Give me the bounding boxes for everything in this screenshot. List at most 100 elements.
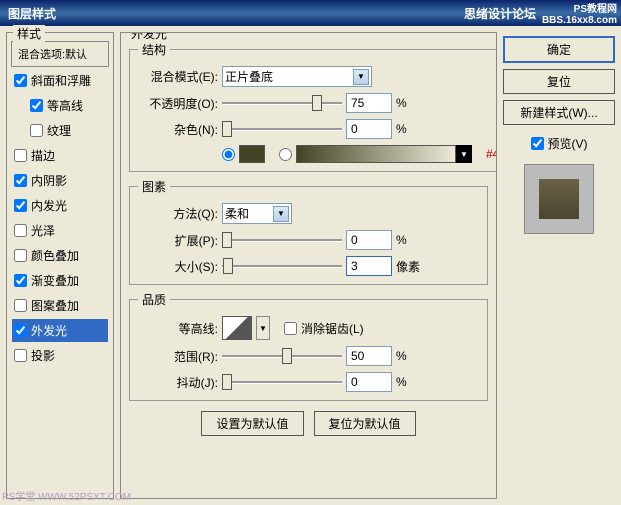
style-checkbox-satin[interactable] <box>14 224 27 237</box>
antialias-label: 消除锯齿(L) <box>301 320 364 337</box>
range-slider[interactable] <box>222 347 342 365</box>
style-label: 纹理 <box>47 122 71 139</box>
outer-glow-legend: 外发光 <box>127 32 171 42</box>
style-checkbox-bevel-emboss[interactable] <box>14 74 27 87</box>
style-item-inner-glow[interactable]: 内发光 <box>11 193 109 218</box>
set-default-button[interactable]: 设置为默认值 <box>201 411 303 436</box>
style-checkbox-pattern-overlay[interactable] <box>14 299 27 312</box>
outer-glow-panel: 外发光 结构 混合模式(E): 正片叠底 ▼ 不透明度(O): 75 % 杂色(… <box>120 32 497 499</box>
style-label: 内发光 <box>31 197 67 214</box>
style-checkbox-inner-glow[interactable] <box>14 199 27 212</box>
style-checkbox-outer-glow[interactable] <box>14 324 27 337</box>
styles-panel: 样式 混合选项:默认 斜面和浮雕等高线纹理描边内阴影内发光光泽颜色叠加渐变叠加图… <box>6 32 114 499</box>
reset-default-button[interactable]: 复位为默认值 <box>314 411 416 436</box>
style-label: 斜面和浮雕 <box>31 72 91 89</box>
range-label: 范围(R): <box>138 348 218 365</box>
technique-value: 柔和 <box>225 205 249 222</box>
style-item-satin[interactable]: 光泽 <box>11 218 109 243</box>
opacity-slider[interactable] <box>222 94 342 112</box>
style-label: 光泽 <box>31 222 55 239</box>
contour-picker[interactable] <box>222 316 252 340</box>
style-checkbox-inner-shadow[interactable] <box>14 174 27 187</box>
spread-slider[interactable] <box>222 231 342 249</box>
watermark-forum: 思绪设计论坛 <box>464 5 536 22</box>
style-item-pattern-overlay[interactable]: 图案叠加 <box>11 293 109 318</box>
watermark-footer: PS学堂 WWW.52PSXT.COM <box>2 488 131 503</box>
style-item-stroke[interactable]: 描边 <box>11 143 109 168</box>
style-item-gradient-overlay[interactable]: 渐变叠加 <box>11 268 109 293</box>
jitter-label: 抖动(J): <box>138 374 218 391</box>
preview-swatch <box>539 179 579 219</box>
dialog-body: 样式 混合选项:默认 斜面和浮雕等高线纹理描边内阴影内发光光泽颜色叠加渐变叠加图… <box>0 26 621 505</box>
style-label: 外发光 <box>31 322 67 339</box>
style-checkbox-texture[interactable] <box>30 124 43 137</box>
ok-button[interactable]: 确定 <box>503 36 615 63</box>
elements-group: 图素 方法(Q): 柔和 ▼ 扩展(P): 0 % 大小(S): 3 像素 <box>129 178 488 285</box>
style-label: 内阴影 <box>31 172 67 189</box>
antialias-checkbox[interactable] <box>284 322 297 335</box>
style-checkbox-gradient-overlay[interactable] <box>14 274 27 287</box>
quality-legend: 品质 <box>138 291 170 308</box>
style-label: 描边 <box>31 147 55 164</box>
blend-mode-value: 正片叠底 <box>225 68 273 85</box>
title-bar: 图层样式 思绪设计论坛 PS教程网 BBS.16xx8.com <box>0 0 621 26</box>
styles-legend: 样式 <box>13 25 45 42</box>
style-item-color-overlay[interactable]: 颜色叠加 <box>11 243 109 268</box>
noise-label: 杂色(N): <box>138 121 218 138</box>
range-input[interactable]: 50 <box>346 346 392 366</box>
style-item-drop-shadow[interactable]: 投影 <box>11 343 109 368</box>
glow-gradient-select[interactable]: ▼ <box>296 145 472 163</box>
dialog-title: 图层样式 <box>8 5 56 22</box>
style-item-outer-glow[interactable]: 外发光 <box>11 318 109 343</box>
elements-legend: 图素 <box>138 178 170 195</box>
blend-mode-label: 混合模式(E): <box>138 68 218 85</box>
action-panel: 确定 复位 新建样式(W)... 预览(V) <box>503 32 615 499</box>
technique-select[interactable]: 柔和 ▼ <box>222 203 292 224</box>
chevron-down-icon[interactable]: ▼ <box>256 316 270 340</box>
style-checkbox-drop-shadow[interactable] <box>14 349 27 362</box>
solid-color-radio[interactable] <box>222 148 235 161</box>
preview-box <box>524 164 594 234</box>
style-checkbox-stroke[interactable] <box>14 149 27 162</box>
percent-unit: % <box>396 96 426 110</box>
style-label: 图案叠加 <box>31 297 79 314</box>
preview-label: 预览(V) <box>548 135 588 152</box>
style-label: 等高线 <box>47 97 83 114</box>
opacity-label: 不透明度(O): <box>138 95 218 112</box>
structure-legend: 结构 <box>138 41 170 58</box>
preview-checkbox[interactable] <box>531 137 544 150</box>
percent-unit: % <box>396 233 426 247</box>
style-label: 颜色叠加 <box>31 247 79 264</box>
size-label: 大小(S): <box>138 258 218 275</box>
blending-options-default[interactable]: 混合选项:默认 <box>11 41 109 67</box>
style-item-contour[interactable]: 等高线 <box>11 93 109 118</box>
watermark-site: PS教程网 BBS.16xx8.com <box>542 0 617 26</box>
spread-label: 扩展(P): <box>138 232 218 249</box>
noise-slider[interactable] <box>222 120 342 138</box>
style-checkbox-color-overlay[interactable] <box>14 249 27 262</box>
new-style-button[interactable]: 新建样式(W)... <box>503 100 615 125</box>
gradient-radio[interactable] <box>279 148 292 161</box>
reset-button[interactable]: 复位 <box>503 69 615 94</box>
style-checkbox-contour[interactable] <box>30 99 43 112</box>
percent-unit: % <box>396 122 426 136</box>
jitter-slider[interactable] <box>222 373 342 391</box>
glow-hex-annotation: #444425 <box>486 147 497 161</box>
opacity-input[interactable]: 75 <box>346 93 392 113</box>
chevron-down-icon: ▼ <box>273 206 289 222</box>
blend-mode-select[interactable]: 正片叠底 ▼ <box>222 66 372 87</box>
size-slider[interactable] <box>222 257 342 275</box>
glow-color-chip[interactable] <box>239 145 265 163</box>
technique-label: 方法(Q): <box>138 205 218 222</box>
percent-unit: % <box>396 375 426 389</box>
spread-input[interactable]: 0 <box>346 230 392 250</box>
jitter-input[interactable]: 0 <box>346 372 392 392</box>
style-label: 投影 <box>31 347 55 364</box>
style-item-bevel-emboss[interactable]: 斜面和浮雕 <box>11 68 109 93</box>
style-label: 渐变叠加 <box>31 272 79 289</box>
noise-input[interactable]: 0 <box>346 119 392 139</box>
style-item-texture[interactable]: 纹理 <box>11 118 109 143</box>
style-item-inner-shadow[interactable]: 内阴影 <box>11 168 109 193</box>
size-input[interactable]: 3 <box>346 256 392 276</box>
quality-group: 品质 等高线: ▼ 消除锯齿(L) 范围(R): 50 % 抖动(J): 0 % <box>129 291 488 401</box>
